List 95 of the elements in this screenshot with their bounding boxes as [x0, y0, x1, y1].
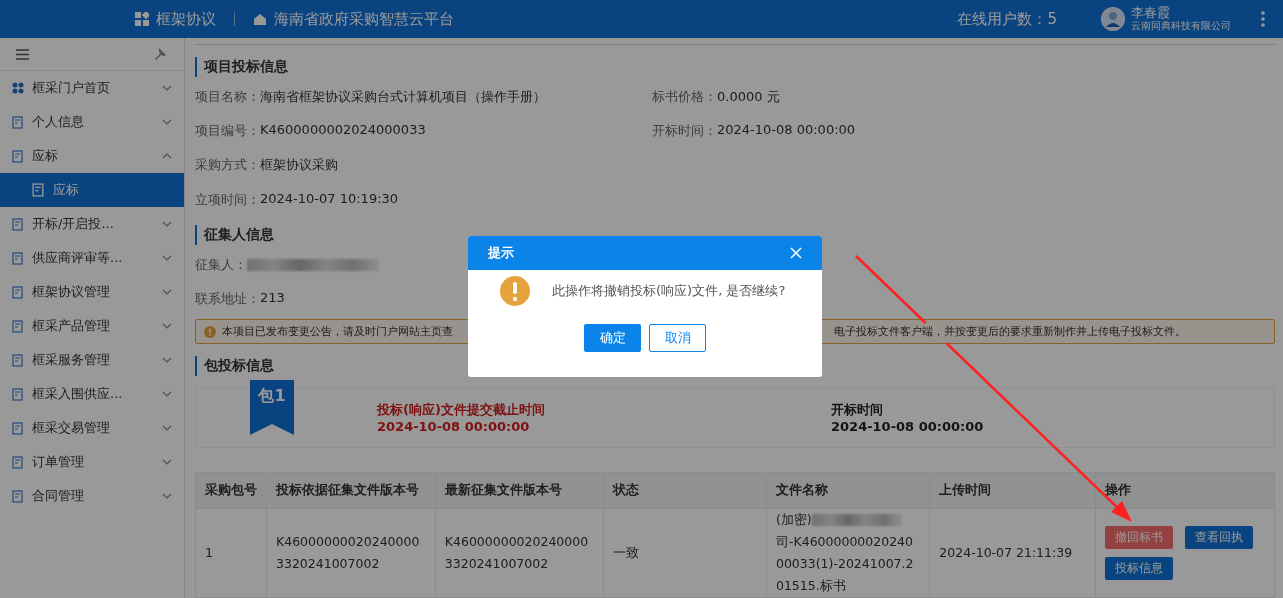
column-header: 状态 [603, 472, 767, 509]
document-icon [12, 217, 24, 231]
field-value: 海南省框架协议采购台式计算机项目（操作手册） [260, 87, 546, 106]
home-icon [253, 12, 267, 26]
document-icon [12, 353, 24, 367]
chevron-down-icon [162, 323, 172, 329]
field-label: 项目名称： [195, 87, 260, 106]
company-name: 云南同典科技有限公司 [1131, 20, 1231, 32]
field-label: 项目编号： [195, 122, 260, 141]
chevron-down-icon [162, 221, 172, 227]
user-name: 李春霞 [1131, 6, 1171, 20]
package-badge: 包1 [250, 380, 294, 435]
close-icon[interactable] [790, 247, 802, 259]
document-icon [12, 421, 24, 435]
document-icon [12, 319, 24, 333]
sidebar-item[interactable]: 框采门户首页 [0, 71, 184, 105]
chevron-down-icon [162, 289, 172, 295]
document-icon [12, 387, 24, 401]
sidebar-item[interactable]: 订单管理 [0, 445, 184, 479]
field-label: 联系地址： [195, 290, 260, 309]
file-name-text: 司-K4600000002024000033(1)-20241007.201515.标书 [775, 533, 915, 595]
action-button[interactable]: 查看回执 [1185, 526, 1254, 549]
avatar-icon[interactable] [1101, 7, 1125, 31]
grid-icon [12, 82, 24, 94]
chevron-up-icon [162, 153, 172, 159]
column-header: 采购包号 [195, 472, 267, 509]
chevron-down-icon [162, 425, 172, 431]
sidebar-item[interactable]: 框采交易管理 [0, 411, 184, 445]
field-value: 框架协议采购 [260, 156, 338, 175]
field-label: 开标时间： [652, 122, 717, 141]
chevron-down-icon [162, 119, 172, 125]
grid-icon [135, 12, 149, 26]
field-value: 2024-10-08 00:00:00 [717, 122, 856, 140]
table-cell: 2024-10-07 21:11:39 [929, 508, 1096, 598]
more-icon[interactable] [1261, 11, 1265, 27]
chevron-down-icon [162, 391, 172, 397]
document-icon [12, 489, 24, 503]
document-icon [12, 455, 24, 469]
document-icon [12, 149, 24, 163]
column-header: 最新征集文件版本号 [435, 472, 604, 509]
chevron-down-icon [162, 85, 172, 91]
sidebar-item[interactable]: 框采服务管理 [0, 343, 184, 377]
chevron-down-icon [162, 493, 172, 499]
confirm-button[interactable]: 确定 [584, 324, 641, 352]
document-icon [12, 115, 24, 129]
deadline-label: 投标(响应)文件提交截止时间 [377, 401, 546, 419]
field-value: K4600000002024000033 [260, 122, 426, 140]
sidebar-item[interactable]: 个人信息 [0, 105, 184, 139]
document-icon [12, 251, 24, 265]
menu-icon[interactable] [16, 48, 29, 60]
online-users: 在线用户数：5 [957, 9, 1057, 29]
platform-title: 海南省政府采购智慧云平台 [274, 9, 454, 29]
deadline-time: 2024-10-08 00:00:00 [377, 419, 531, 434]
table-cell: K460000000202400003320241007002 [435, 508, 604, 598]
open-time-label: 开标时间 [831, 401, 884, 419]
table-cell: K460000000202400003320241007002 [266, 508, 436, 598]
table-cell: 1 [195, 508, 267, 598]
sidebar-item[interactable]: 框采入围供应... [0, 377, 184, 411]
field-value: 2024-10-07 10:19:30 [260, 190, 399, 208]
field-label: 标书价格： [652, 87, 717, 106]
field-value: 213 [260, 290, 285, 308]
column-header: 操作 [1095, 472, 1275, 509]
section-title: 项目投标信息 [195, 57, 1275, 77]
field-label: 立项时间： [195, 190, 260, 209]
document-icon [12, 285, 24, 299]
field-label: 征集人： [195, 255, 247, 274]
warning-icon [204, 325, 216, 338]
sidebar-item[interactable]: 框采产品管理 [0, 309, 184, 343]
chevron-down-icon [162, 357, 172, 363]
file-name-text: (加密) [775, 511, 812, 529]
action-button[interactable]: 投标信息 [1105, 557, 1174, 580]
notice-text: 电子投标文件客户端，并按变更后的要求重新制作并上传电子投标文件。 [834, 324, 1186, 340]
dialog-title: 提示 [488, 244, 514, 262]
cancel-button[interactable]: 取消 [649, 324, 706, 352]
document-icon [32, 183, 45, 197]
sidebar-item[interactable]: 供应商评审等... [0, 241, 184, 275]
table-cell: 一致 [603, 508, 767, 598]
module-title[interactable]: 框架协议 [156, 9, 216, 29]
field-label: 采购方式： [195, 156, 260, 175]
sidebar-item[interactable]: 应标 [0, 139, 184, 173]
dialog-message: 此操作将撤销投标(响应)文件, 是否继续? [552, 282, 786, 300]
column-header: 上传时间 [929, 472, 1096, 509]
open-time: 2024-10-08 00:00:00 [831, 419, 984, 434]
column-header: 文件名称 [766, 472, 930, 509]
sidebar-item[interactable]: 框架协议管理 [0, 275, 184, 309]
column-header: 投标依据征集文件版本号 [266, 472, 436, 509]
chevron-down-icon [162, 459, 172, 465]
sidebar-subitem[interactable]: 应标 [0, 173, 184, 207]
notice-text: 本项目已发布变更公告，请及时门户网站主页查 [222, 324, 453, 340]
sidebar-item[interactable]: 合同管理 [0, 479, 184, 513]
pin-icon[interactable] [154, 47, 166, 61]
warning-icon [500, 276, 530, 306]
field-value: 0.0000 元 [717, 87, 780, 106]
sidebar-item[interactable]: 开标/开启投... [0, 207, 184, 241]
chevron-down-icon [162, 255, 172, 261]
